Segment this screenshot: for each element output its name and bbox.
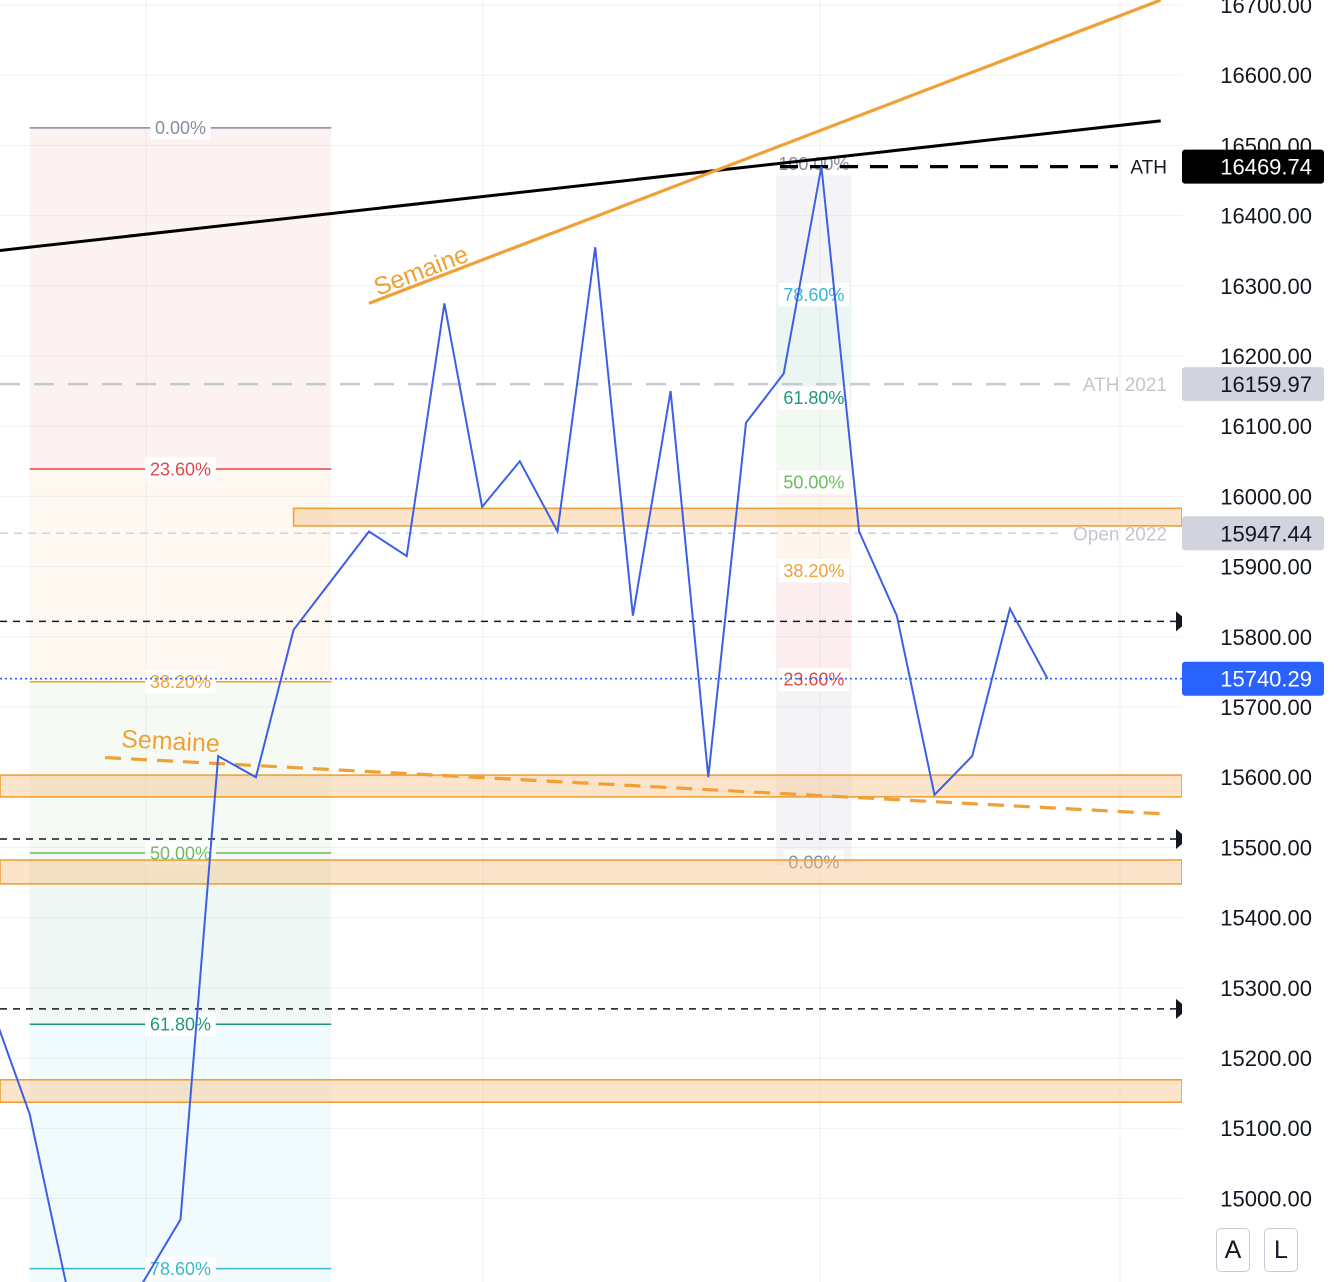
price-axis[interactable]: 15000.00 15100.00 15200.00 15300.00 15400.00…	[1182, 0, 1334, 1282]
weekly-support-label: Semaine	[121, 725, 221, 758]
fib-left-level-label: 61.80%	[150, 1015, 211, 1035]
price-label-text: 15947.44	[1220, 521, 1312, 546]
price-tick-label: 16200.00	[1220, 344, 1312, 369]
price-tick-label: 16100.00	[1220, 414, 1312, 439]
weekly-resistance-label: Semaine	[370, 240, 472, 301]
fib-right-band	[776, 166, 852, 298]
fib-right-band	[776, 682, 852, 865]
price-tick-label: 15400.00	[1220, 906, 1312, 931]
price-label-text: 16469.74	[1220, 155, 1312, 180]
zone-15600[interactable]	[0, 774, 1183, 798]
fib-right-band	[776, 573, 852, 683]
ath-label: ATH	[1130, 158, 1167, 179]
fib-left-level-label: 38.20%	[150, 672, 211, 692]
zone-15150[interactable]	[0, 1078, 1183, 1104]
price-tick-label: 15900.00	[1220, 555, 1312, 580]
zone-15500[interactable]	[0, 859, 1183, 885]
price-tick-label: 15500.00	[1220, 835, 1312, 860]
price-label-text: 16159.97	[1220, 372, 1312, 397]
fib-right-level-label: 61.80%	[783, 388, 844, 408]
open-2022-label: Open 2022	[1073, 524, 1167, 545]
fib-left-band	[29, 1024, 332, 1269]
price-label-text: 15740.29	[1220, 667, 1312, 692]
ath-2021-label: ATH 2021	[1083, 375, 1167, 396]
price-tick-label: 15100.00	[1220, 1116, 1312, 1141]
price-tick-label: 15300.00	[1220, 976, 1312, 1001]
price-tick-label: 15600.00	[1220, 765, 1312, 790]
price-tick-label: 16300.00	[1220, 274, 1312, 299]
price-chart[interactable]: 0.00%23.60%38.20%50.00%61.80%78.60% 100.…	[0, 0, 1334, 1282]
zone-16000[interactable]	[292, 507, 1183, 527]
fib-left-level-label: 0.00%	[155, 118, 206, 138]
fib-left-level-label: 78.60%	[150, 1259, 211, 1279]
price-tick-label: 15700.00	[1220, 695, 1312, 720]
fib-retracement-left[interactable]: 0.00%23.60%38.20%50.00%61.80%78.60%	[29, 116, 332, 1282]
fib-right-level-label: 50.00%	[783, 472, 844, 492]
price-tick-label: 16600.00	[1220, 63, 1312, 88]
fib-right-level-label: 23.60%	[783, 670, 844, 690]
log-scale-button[interactable]: L	[1264, 1228, 1298, 1272]
price-tick-label: 15800.00	[1220, 625, 1312, 650]
fib-right-level-label: 38.20%	[783, 561, 844, 581]
fib-left-band	[29, 469, 332, 682]
price-tick-label: 15200.00	[1220, 1046, 1312, 1071]
weekly-resistance[interactable]	[368, 0, 1162, 305]
price-tick-label: 16400.00	[1220, 204, 1312, 229]
price-tick-label: 15000.00	[1220, 1186, 1312, 1211]
auto-scale-button[interactable]: A	[1216, 1228, 1250, 1272]
price-tick-label: 16700.00	[1220, 0, 1312, 18]
price-tick-label: 16000.00	[1220, 484, 1312, 509]
fib-left-level-label: 23.60%	[150, 459, 211, 479]
fib-left-band	[29, 127, 332, 470]
fib-left-band	[29, 681, 332, 854]
